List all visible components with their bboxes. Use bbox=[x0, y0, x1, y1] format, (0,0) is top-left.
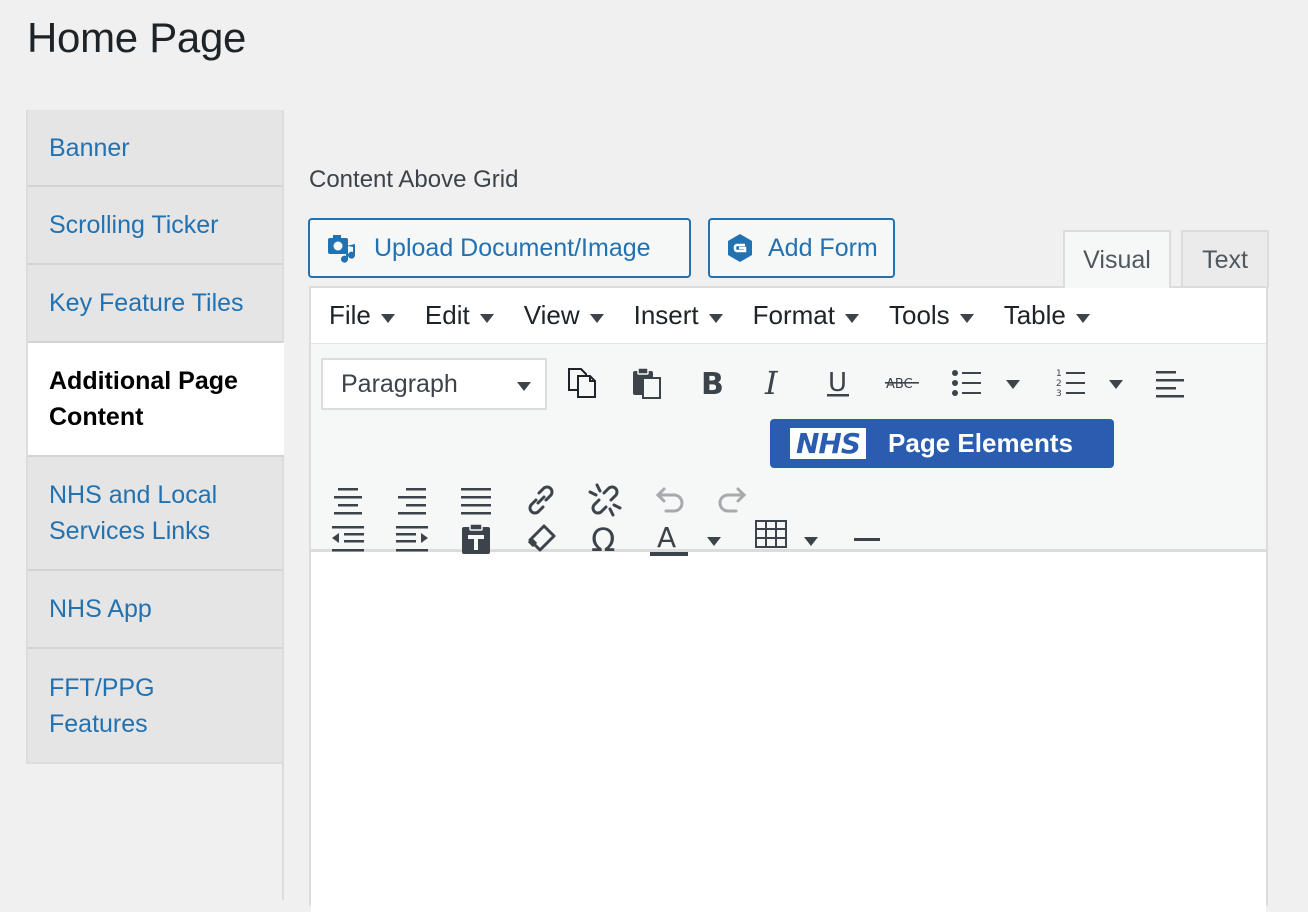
tab-label: FFT/PPG Features bbox=[49, 673, 155, 738]
chevron-down-icon bbox=[479, 314, 494, 323]
chevron-down-icon bbox=[589, 314, 604, 323]
special-character-icon[interactable]: Ω bbox=[582, 516, 628, 562]
svg-text:ABC: ABC bbox=[886, 377, 913, 392]
section-tabs: Banner Scrolling Ticker Key Feature Tile… bbox=[26, 110, 284, 764]
page-title: Home Page bbox=[27, 14, 247, 61]
underline-icon[interactable]: U bbox=[815, 360, 861, 406]
upload-button-label: Upload Document/Image bbox=[374, 233, 651, 262]
tab-label: Banner bbox=[49, 133, 130, 162]
tab-key-feature-tiles[interactable]: Key Feature Tiles bbox=[28, 265, 282, 343]
copy-icon[interactable] bbox=[559, 360, 605, 406]
tab-nhs-local-services-links[interactable]: NHS and Local Services Links bbox=[28, 457, 282, 571]
upload-document-image-button[interactable]: Upload Document/Image bbox=[308, 218, 691, 278]
editor-toolbar: Paragraph B I U ABC 123 NHS Page Element… bbox=[311, 344, 1266, 556]
tab-label: NHS and Local Services Links bbox=[49, 481, 218, 545]
editor-menubar: File Edit View Insert Format Tools Table bbox=[311, 288, 1266, 344]
tab-label: Key Feature Tiles bbox=[49, 289, 244, 317]
editor-content-area[interactable] bbox=[311, 552, 1266, 912]
menu-file[interactable]: File bbox=[329, 300, 395, 331]
tab-label: NHS App bbox=[49, 595, 152, 623]
numbered-list-icon[interactable]: 123 bbox=[1048, 360, 1094, 406]
numbered-list-options-chevron-icon[interactable] bbox=[1109, 380, 1123, 389]
svg-text:U: U bbox=[828, 368, 847, 398]
menu-tools[interactable]: Tools bbox=[889, 300, 974, 331]
gravity-forms-icon bbox=[726, 233, 754, 263]
media-icon bbox=[326, 232, 360, 264]
align-left-icon[interactable] bbox=[1147, 360, 1193, 406]
tab-text[interactable]: Text bbox=[1181, 230, 1269, 288]
clear-formatting-icon[interactable] bbox=[518, 516, 564, 562]
chevron-down-icon bbox=[708, 314, 723, 323]
nhs-page-elements-label: Page Elements bbox=[888, 428, 1074, 458]
menu-table[interactable]: Table bbox=[1004, 300, 1090, 331]
tab-banner[interactable]: Banner bbox=[28, 110, 282, 187]
chevron-down-icon bbox=[1075, 314, 1090, 323]
menu-label: Edit bbox=[424, 300, 470, 330]
add-form-label: Add Form bbox=[768, 233, 878, 262]
indent-icon[interactable] bbox=[389, 516, 435, 562]
table-options-chevron-icon[interactable] bbox=[804, 537, 818, 546]
add-form-button[interactable]: Add Form bbox=[708, 218, 895, 278]
format-select-value: Paragraph bbox=[341, 369, 458, 398]
menu-insert[interactable]: Insert bbox=[634, 300, 723, 331]
tab-label: Additional Page Content bbox=[49, 367, 238, 431]
chevron-down-icon bbox=[844, 314, 859, 323]
text-color-icon[interactable]: A bbox=[646, 516, 692, 562]
svg-text:3: 3 bbox=[1056, 389, 1062, 399]
menu-view[interactable]: View bbox=[524, 300, 604, 331]
chevron-down-icon bbox=[380, 314, 395, 323]
nhs-logo: NHS bbox=[790, 428, 867, 459]
chevron-down-icon bbox=[517, 382, 531, 391]
horizontal-line-icon[interactable] bbox=[844, 516, 890, 562]
bold-icon[interactable]: B bbox=[689, 360, 735, 406]
menu-label: Format bbox=[752, 300, 835, 330]
menu-format[interactable]: Format bbox=[753, 300, 859, 331]
tab-fft-ppg-features[interactable]: FFT/PPG Features bbox=[28, 649, 282, 762]
text-color-options-chevron-icon[interactable] bbox=[707, 537, 721, 546]
menu-label: View bbox=[523, 300, 580, 330]
menu-label: Table bbox=[1003, 300, 1066, 330]
svg-text:B: B bbox=[701, 367, 724, 399]
paste-icon[interactable] bbox=[624, 360, 670, 406]
svg-text:I: I bbox=[764, 367, 779, 399]
tab-scrolling-ticker[interactable]: Scrolling Ticker bbox=[28, 187, 282, 265]
italic-icon[interactable]: I bbox=[751, 360, 797, 406]
field-label: Content Above Grid bbox=[309, 166, 519, 193]
paste-as-text-icon[interactable] bbox=[453, 516, 499, 562]
tab-visual[interactable]: Visual bbox=[1063, 230, 1171, 288]
svg-text:2: 2 bbox=[1056, 379, 1062, 389]
bullet-list-icon[interactable] bbox=[944, 360, 990, 406]
tab-label: Scrolling Ticker bbox=[49, 211, 219, 239]
menu-label: File bbox=[329, 300, 371, 330]
tab-additional-page-content[interactable]: Additional Page Content bbox=[28, 343, 284, 457]
chevron-down-icon bbox=[959, 314, 974, 323]
format-select[interactable]: Paragraph bbox=[321, 358, 547, 410]
tab-nhs-app[interactable]: NHS App bbox=[28, 571, 282, 649]
strikethrough-icon[interactable]: ABC bbox=[879, 360, 925, 406]
rich-text-editor: File Edit View Insert Format Tools Table… bbox=[309, 286, 1268, 912]
menu-label: Tools bbox=[888, 300, 950, 330]
menu-label: Insert bbox=[633, 300, 699, 330]
outdent-icon[interactable] bbox=[325, 516, 371, 562]
menu-edit[interactable]: Edit bbox=[425, 300, 494, 331]
bullet-list-options-chevron-icon[interactable] bbox=[1006, 380, 1020, 389]
svg-text:1: 1 bbox=[1056, 369, 1062, 379]
svg-text:Ω: Ω bbox=[591, 523, 615, 555]
svg-text:A: A bbox=[657, 521, 676, 554]
nhs-page-elements-button[interactable]: NHS Page Elements bbox=[770, 419, 1114, 468]
table-icon[interactable] bbox=[748, 511, 794, 557]
